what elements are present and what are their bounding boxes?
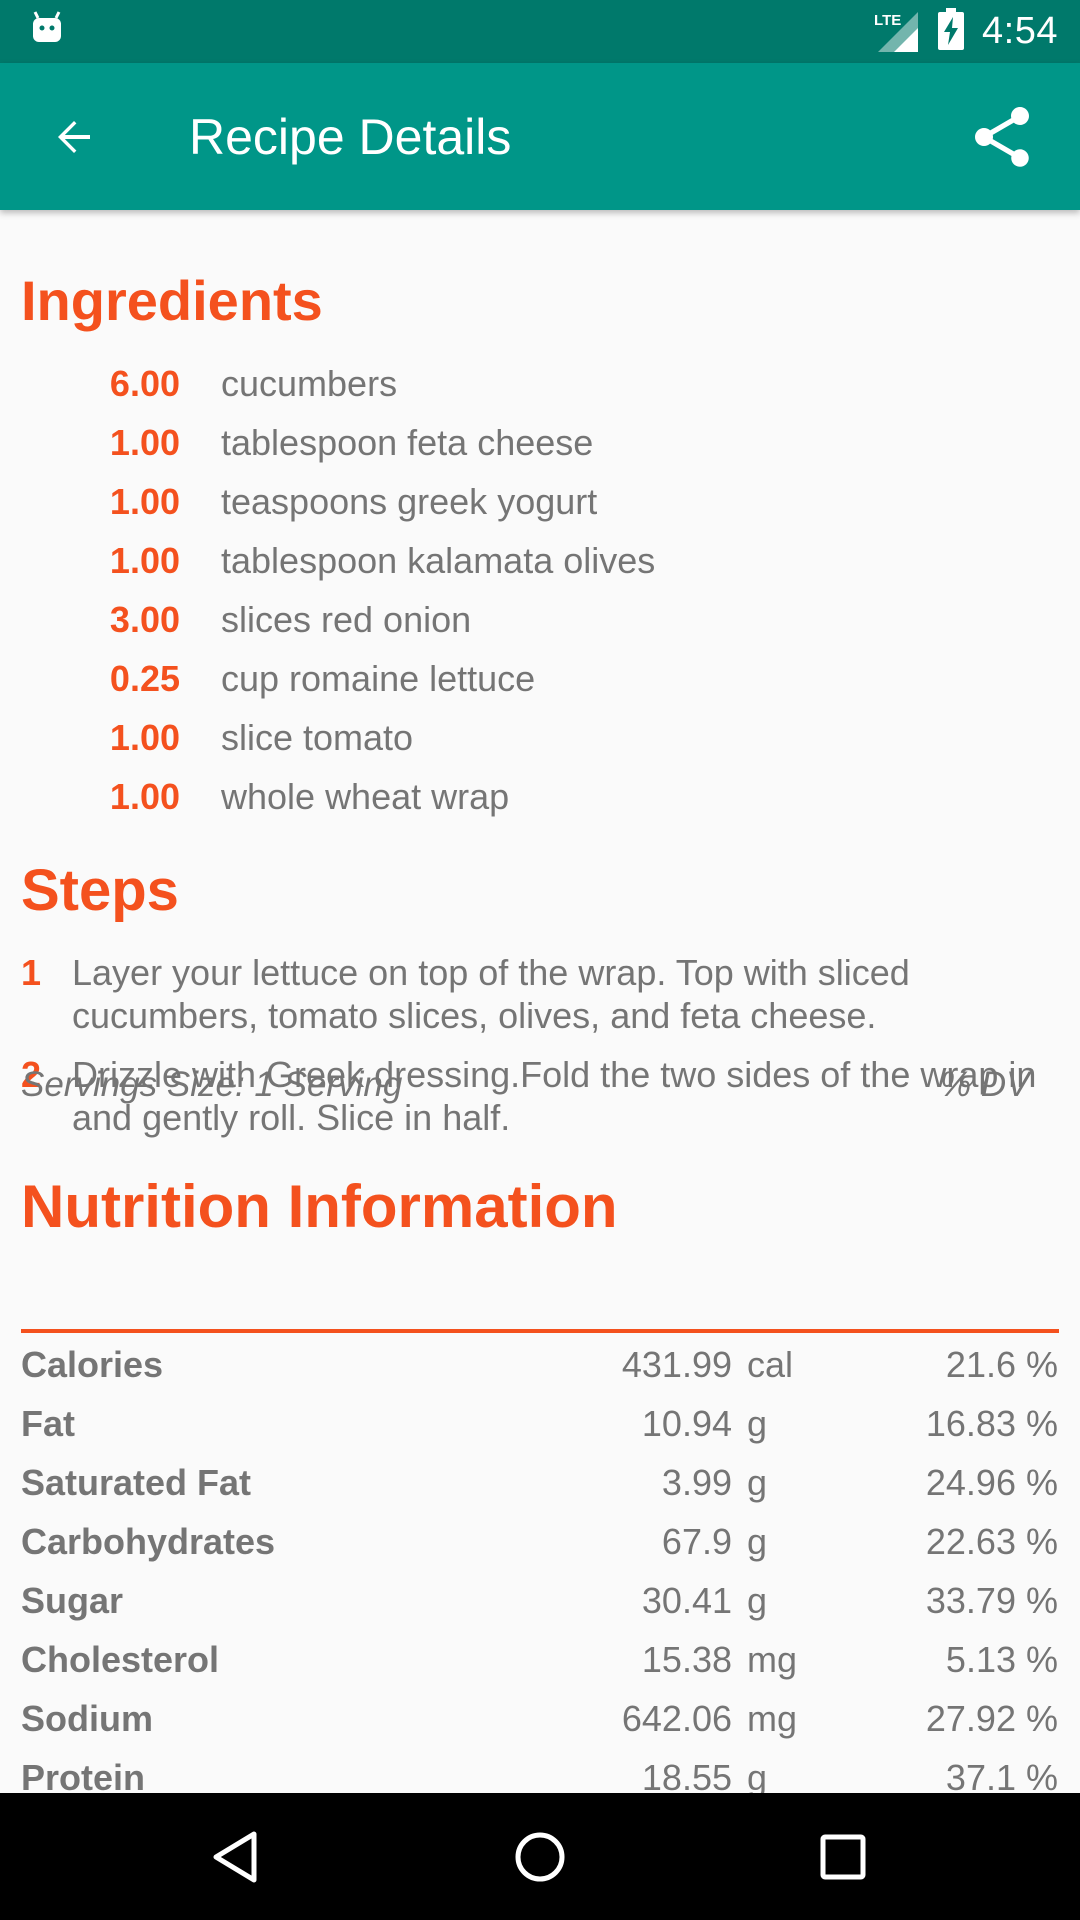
nav-recents-button[interactable] (803, 1817, 883, 1897)
nutrition-row: Sodium 642.06 mg 27.92 % (0, 1689, 1080, 1748)
ingredient-row: 1.00 tablespoon kalamata olives (0, 531, 1080, 590)
nutrition-row: Cholesterol 15.38 mg 5.13 % (0, 1630, 1080, 1689)
nutrition-row: Fat 10.94 g 16.83 % (0, 1394, 1080, 1453)
nutrition-row: Saturated Fat 3.99 g 24.96 % (0, 1453, 1080, 1512)
nutrition-row: Carbohydrates 67.9 g 22.63 % (0, 1512, 1080, 1571)
ingredient-name: slices red onion (221, 599, 472, 640)
ingredient-row: 0.25 cup romaine lettuce (0, 649, 1080, 708)
nutrition-divider (21, 1329, 1059, 1333)
ingredient-name: cup romaine lettuce (221, 658, 536, 699)
nutrient-label: Calories (21, 1344, 164, 1385)
share-button[interactable] (960, 95, 1044, 179)
nutrient-label: Fat (21, 1403, 75, 1444)
step-text: Layer your lettuce on top of the wrap. T… (72, 952, 910, 1036)
nutrient-dv: 27.92 % (925, 1698, 1058, 1739)
nutrient-label: Saturated Fat (21, 1462, 252, 1503)
nutrient-label: Carbohydrates (21, 1521, 276, 1562)
nutrition-row: Calories 431.99 cal 21.6 % (0, 1335, 1080, 1394)
dv-header: % DV (940, 1065, 1030, 1104)
app-bar: Recipe Details (0, 63, 1080, 210)
ingredient-qty: 1.00 (109, 422, 180, 463)
nutrient-value: 15.38 (641, 1639, 732, 1680)
nutrient-unit: mg (747, 1698, 798, 1739)
nutrient-unit: g (747, 1757, 768, 1793)
nutrient-value: 431.99 (621, 1344, 732, 1385)
ingredient-qty: 0.25 (109, 658, 180, 699)
nutrient-dv: 37.1 % (945, 1757, 1058, 1793)
nutrient-unit: mg (747, 1639, 798, 1680)
nutrient-label: Sodium (21, 1698, 153, 1739)
ingredient-row: 3.00 slices red onion (0, 590, 1080, 649)
ingredient-name: teaspoons greek yogurt (221, 481, 598, 522)
nutrient-value: 10.94 (641, 1403, 732, 1444)
nutrient-unit: cal (747, 1344, 794, 1385)
status-bar: LTE 4:54 (0, 0, 1080, 63)
step-number: 1 (21, 952, 42, 993)
nutrient-unit: g (747, 1521, 768, 1562)
nutrient-dv: 24.96 % (925, 1462, 1058, 1503)
circle-home-icon (515, 1832, 565, 1882)
ingredient-name: whole wheat wrap (221, 776, 510, 817)
ingredient-row: 6.00 cucumbers (0, 354, 1080, 413)
nutrient-dv: 16.83 % (925, 1403, 1058, 1444)
ingredient-row: 1.00 whole wheat wrap (0, 767, 1080, 826)
status-time: 4:54 (982, 10, 1058, 52)
ingredient-qty: 1.00 (109, 540, 180, 581)
steps-title: Steps (21, 858, 179, 923)
ingredient-qty: 1.00 (109, 717, 180, 758)
battery-charging-icon (938, 8, 965, 55)
nav-back-button[interactable] (195, 1817, 275, 1897)
ingredient-row: 1.00 tablespoon feta cheese (0, 413, 1080, 472)
nutrient-unit: g (747, 1580, 768, 1621)
nav-home-button[interactable] (500, 1817, 580, 1897)
nutrient-label: Protein (21, 1757, 146, 1793)
nutrient-value: 67.9 (661, 1521, 732, 1562)
share-icon (975, 107, 1029, 167)
ingredient-name: cucumbers (221, 363, 398, 404)
arrow-left-icon (58, 121, 90, 153)
triangle-back-icon (213, 1831, 257, 1883)
nutrition-row: Sugar 30.41 g 33.79 % (0, 1571, 1080, 1630)
back-button[interactable] (42, 105, 106, 169)
android-notification-icon (30, 10, 64, 51)
square-recents-icon (820, 1834, 866, 1880)
ingredient-row: 1.00 teaspoons greek yogurt (0, 472, 1080, 531)
serving-size: Servings Size: 1 Serving (21, 1065, 403, 1104)
recipe-content[interactable]: Ingredients 6.00 cucumbers 1.00 tablespo… (0, 210, 1080, 1793)
ingredient-qty: 1.00 (109, 776, 180, 817)
nutrient-label: Cholesterol (21, 1639, 220, 1680)
system-nav-bar (0, 1793, 1080, 1920)
nutrient-dv: 33.79 % (925, 1580, 1058, 1621)
ingredients-title: Ingredients (21, 269, 323, 332)
nutrition-row: Protein 18.55 g 37.1 % (0, 1748, 1080, 1793)
nutrient-value: 642.06 (621, 1698, 732, 1739)
ingredient-name: tablespoon kalamata olives (221, 540, 656, 581)
nutrient-value: 18.55 (641, 1757, 732, 1793)
nutrition-title: Nutrition Information (21, 1173, 618, 1240)
nutrient-value: 3.99 (661, 1462, 732, 1503)
nutrient-unit: g (747, 1403, 768, 1444)
nutrient-dv: 21.6 % (945, 1344, 1058, 1385)
page-title: Recipe Details (189, 109, 512, 165)
lte-signal-icon: LTE (874, 8, 920, 56)
nutrient-unit: g (747, 1462, 768, 1503)
nutrient-value: 30.41 (641, 1580, 732, 1621)
ingredient-name: tablespoon feta cheese (221, 422, 594, 463)
ingredient-qty: 6.00 (109, 363, 180, 404)
ingredient-name: slice tomato (221, 717, 414, 758)
ingredient-row: 1.00 slice tomato (0, 708, 1080, 767)
nutrient-dv: 5.13 % (945, 1639, 1058, 1680)
nutrient-label: Sugar (21, 1580, 124, 1621)
ingredient-qty: 3.00 (109, 599, 180, 640)
ingredient-qty: 1.00 (109, 481, 180, 522)
nutrient-dv: 22.63 % (925, 1521, 1058, 1562)
